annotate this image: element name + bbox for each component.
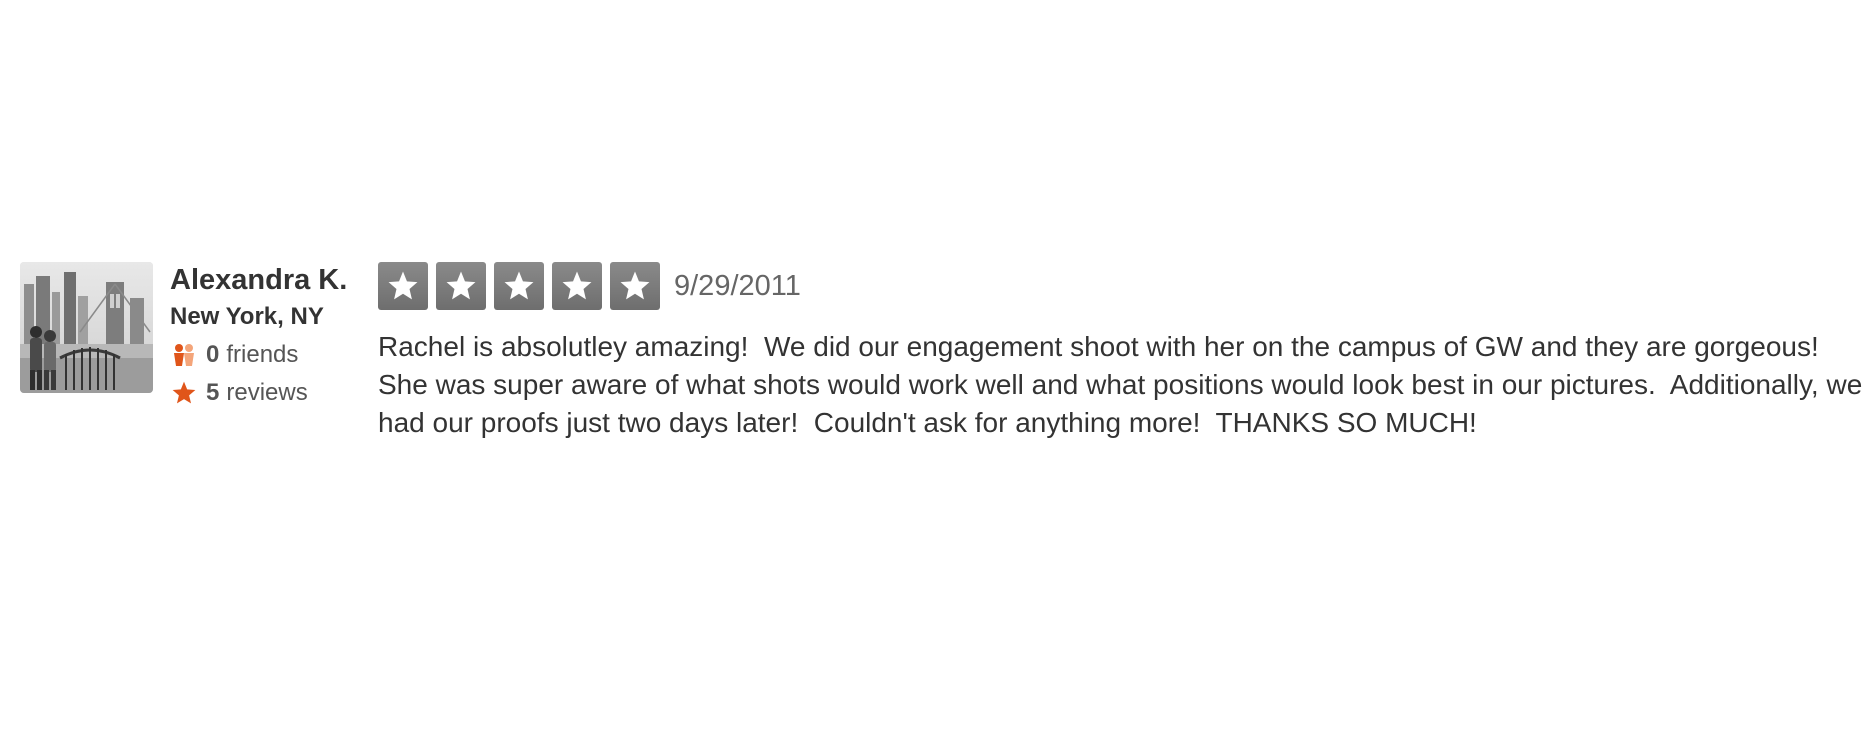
reviews-stat: 5 reviews: [170, 374, 370, 412]
rating-row: 9/29/2011: [378, 262, 1870, 310]
friends-count: 0: [206, 341, 220, 368]
friends-icon: [170, 341, 198, 369]
reviews-count: 5: [206, 379, 220, 406]
star-rating: [378, 262, 668, 310]
review-text: Rachel is absolutley amazing! We did our…: [378, 331, 1870, 438]
user-avatar[interactable]: [20, 262, 153, 393]
rating-star-icon: [494, 262, 544, 310]
rating-star-icon: [378, 262, 428, 310]
user-photo-image: [20, 262, 153, 393]
user-location: New York, NY: [170, 303, 324, 330]
rating-star-icon: [552, 262, 602, 310]
reviews-label: reviews: [226, 379, 308, 406]
review-content: 9/29/2011 Rachel is absolutley amazing! …: [378, 262, 1870, 442]
rating-star-icon: [610, 262, 660, 310]
user-info: Alexandra K. New York, NY 0 friends 5 re…: [170, 262, 370, 412]
friends-stat: 0 friends: [170, 336, 370, 374]
rating-star-icon: [436, 262, 486, 310]
user-name[interactable]: Alexandra K.: [170, 263, 370, 297]
friends-label: friends: [226, 341, 299, 368]
star-icon: [170, 379, 198, 407]
review-date: 9/29/2011: [674, 270, 801, 302]
